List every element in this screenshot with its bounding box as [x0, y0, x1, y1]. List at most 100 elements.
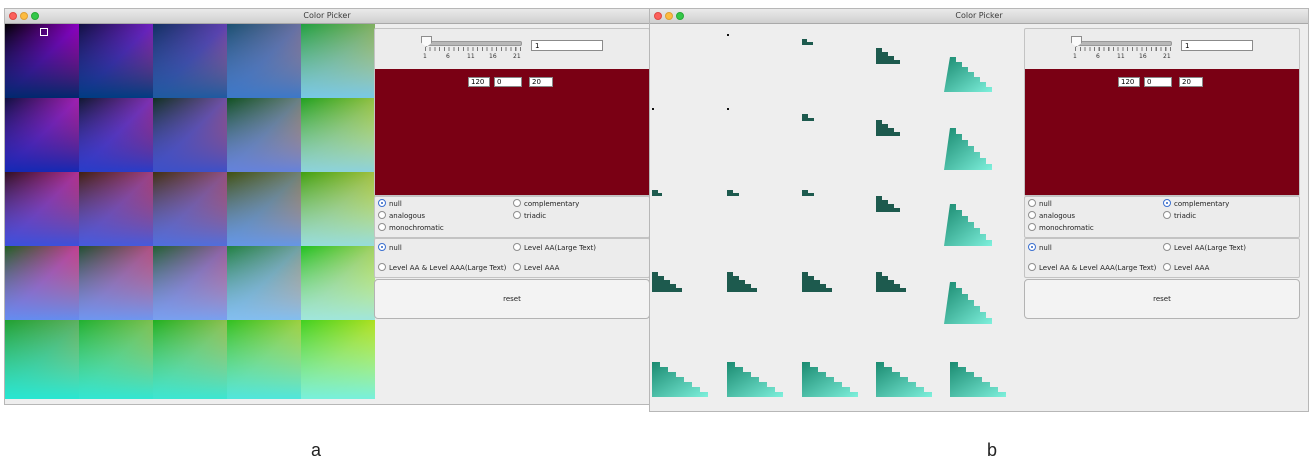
- complement-region[interactable]: [944, 128, 992, 170]
- complement-region[interactable]: [652, 362, 708, 397]
- complement-region[interactable]: [802, 362, 858, 397]
- red-value-input[interactable]: 120: [1118, 77, 1140, 87]
- harmony-options-group: null complementary analogous triadic mon…: [374, 196, 649, 238]
- color-grid-cell[interactable]: [301, 24, 375, 98]
- harmony-options-group: null complementary analogous triadic mon…: [1024, 196, 1300, 238]
- color-grid-cell[interactable]: [153, 320, 227, 399]
- contrast-options-group: null Level AA(Large Text) Level AA & Lev…: [1024, 238, 1300, 278]
- blue-value-input[interactable]: 20: [529, 77, 553, 87]
- harmony-slider-track[interactable]: [425, 41, 522, 46]
- green-value-input[interactable]: 0: [1144, 77, 1172, 87]
- color-grid-cell[interactable]: [5, 98, 79, 172]
- color-picker-window-b: Color Picker 1 6 11 16 21 1 120 0 20 nul…: [649, 8, 1309, 412]
- window-title: Color Picker: [955, 11, 1003, 20]
- contrast-radio-null[interactable]: null: [1028, 243, 1052, 254]
- harmony-slider-track[interactable]: [1075, 41, 1172, 46]
- radio-label: null: [389, 244, 402, 252]
- slider-tick-label: 6: [446, 53, 450, 60]
- harmony-radio-triadic[interactable]: triadic: [1163, 211, 1196, 222]
- color-grid-cell[interactable]: [301, 98, 375, 172]
- complement-region[interactable]: [802, 39, 813, 45]
- radio-label: null: [1039, 244, 1052, 252]
- color-grid-cell[interactable]: [5, 172, 79, 246]
- complement-region[interactable]: [944, 282, 992, 324]
- complement-region[interactable]: [944, 57, 992, 92]
- complement-region[interactable]: [652, 190, 662, 196]
- harmony-radio-null[interactable]: null: [1028, 199, 1052, 210]
- complement-region[interactable]: [876, 120, 900, 136]
- harmony-radio-monochromatic[interactable]: monochromatic: [378, 223, 444, 234]
- red-value-input[interactable]: 120: [468, 77, 490, 87]
- color-grid-cell[interactable]: [227, 320, 301, 399]
- color-grid-cell[interactable]: [5, 246, 79, 320]
- radio-selected-icon: [1028, 243, 1036, 251]
- window-title: Color Picker: [303, 11, 351, 20]
- complement-region[interactable]: [876, 272, 906, 292]
- color-grid-cell[interactable]: [153, 172, 227, 246]
- radio-unselected-icon: [1028, 263, 1036, 271]
- color-grid-cell[interactable]: [5, 320, 79, 399]
- harmony-radio-null[interactable]: null: [378, 199, 402, 210]
- blue-value-input[interactable]: 20: [1179, 77, 1203, 87]
- color-grid-cell[interactable]: [79, 172, 153, 246]
- color-grid-cell[interactable]: [227, 98, 301, 172]
- reset-button[interactable]: reset: [1024, 279, 1300, 319]
- color-grid-cell[interactable]: [301, 246, 375, 320]
- color-grid-cell[interactable]: [153, 24, 227, 98]
- harmony-radio-complementary[interactable]: complementary: [513, 199, 579, 210]
- complement-region[interactable]: [944, 204, 992, 246]
- green-value-input[interactable]: 0: [494, 77, 522, 87]
- harmony-radio-analogous[interactable]: analogous: [378, 211, 425, 222]
- harmony-radio-analogous[interactable]: analogous: [1028, 211, 1075, 222]
- contrast-radio-aaa[interactable]: Level AAA: [1163, 263, 1209, 274]
- complement-region[interactable]: [876, 48, 900, 64]
- complement-region[interactable]: [802, 272, 832, 292]
- slider-tick-label: 21: [1163, 53, 1171, 60]
- color-grid-cell[interactable]: [227, 24, 301, 98]
- color-selector-marker[interactable]: [40, 28, 48, 36]
- color-grid-cell[interactable]: [79, 24, 153, 98]
- complementary-color-grid[interactable]: [650, 24, 1022, 409]
- radio-label: Level AAA: [1174, 264, 1210, 272]
- contrast-radio-aa-large[interactable]: Level AA(Large Text): [513, 243, 596, 254]
- complement-region[interactable]: [876, 196, 900, 212]
- complement-region[interactable]: [652, 108, 654, 110]
- control-box: 1 6 11 16 21 1 120 0 20: [374, 28, 649, 196]
- complement-region[interactable]: [950, 362, 1006, 397]
- harmony-radio-monochromatic[interactable]: monochromatic: [1028, 223, 1094, 234]
- complement-region[interactable]: [727, 108, 729, 110]
- contrast-radio-aa-aaa-large[interactable]: Level AA & Level AAA(Large Text): [378, 263, 506, 274]
- contrast-radio-aaa[interactable]: Level AAA: [513, 263, 559, 274]
- harmony-radio-triadic[interactable]: triadic: [513, 211, 546, 222]
- complement-region[interactable]: [727, 362, 783, 397]
- slider-value-input[interactable]: 1: [531, 40, 603, 51]
- complement-region[interactable]: [652, 272, 682, 292]
- title-bar: Color Picker: [5, 9, 649, 24]
- color-grid-cell[interactable]: [301, 320, 375, 399]
- complement-region[interactable]: [727, 190, 739, 196]
- color-space-grid[interactable]: [5, 24, 375, 399]
- complement-region[interactable]: [727, 34, 729, 36]
- contrast-radio-aa-large[interactable]: Level AA(Large Text): [1163, 243, 1246, 254]
- color-grid-cell[interactable]: [153, 98, 227, 172]
- color-grid-cell[interactable]: [301, 172, 375, 246]
- complement-region[interactable]: [802, 190, 814, 196]
- contrast-radio-aa-aaa-large[interactable]: Level AA & Level AAA(Large Text): [1028, 263, 1156, 274]
- contrast-radio-null[interactable]: null: [378, 243, 402, 254]
- complement-region[interactable]: [727, 272, 757, 292]
- harmony-radio-complementary[interactable]: complementary: [1163, 199, 1229, 210]
- complement-region[interactable]: [876, 362, 932, 397]
- complement-region[interactable]: [802, 114, 814, 121]
- color-grid-cell[interactable]: [79, 320, 153, 399]
- slider-tick-label: 16: [489, 53, 497, 60]
- color-grid-cell[interactable]: [227, 172, 301, 246]
- reset-button[interactable]: reset: [374, 279, 649, 319]
- color-grid-cell[interactable]: [227, 246, 301, 320]
- radio-label: triadic: [1174, 212, 1197, 220]
- color-grid-cell[interactable]: [153, 246, 227, 320]
- color-grid-cell[interactable]: [79, 98, 153, 172]
- control-box: 1 6 11 16 21 1 120 0 20: [1024, 28, 1300, 196]
- slider-value-input[interactable]: 1: [1181, 40, 1253, 51]
- color-grid-cell[interactable]: [79, 246, 153, 320]
- radio-unselected-icon: [513, 243, 521, 251]
